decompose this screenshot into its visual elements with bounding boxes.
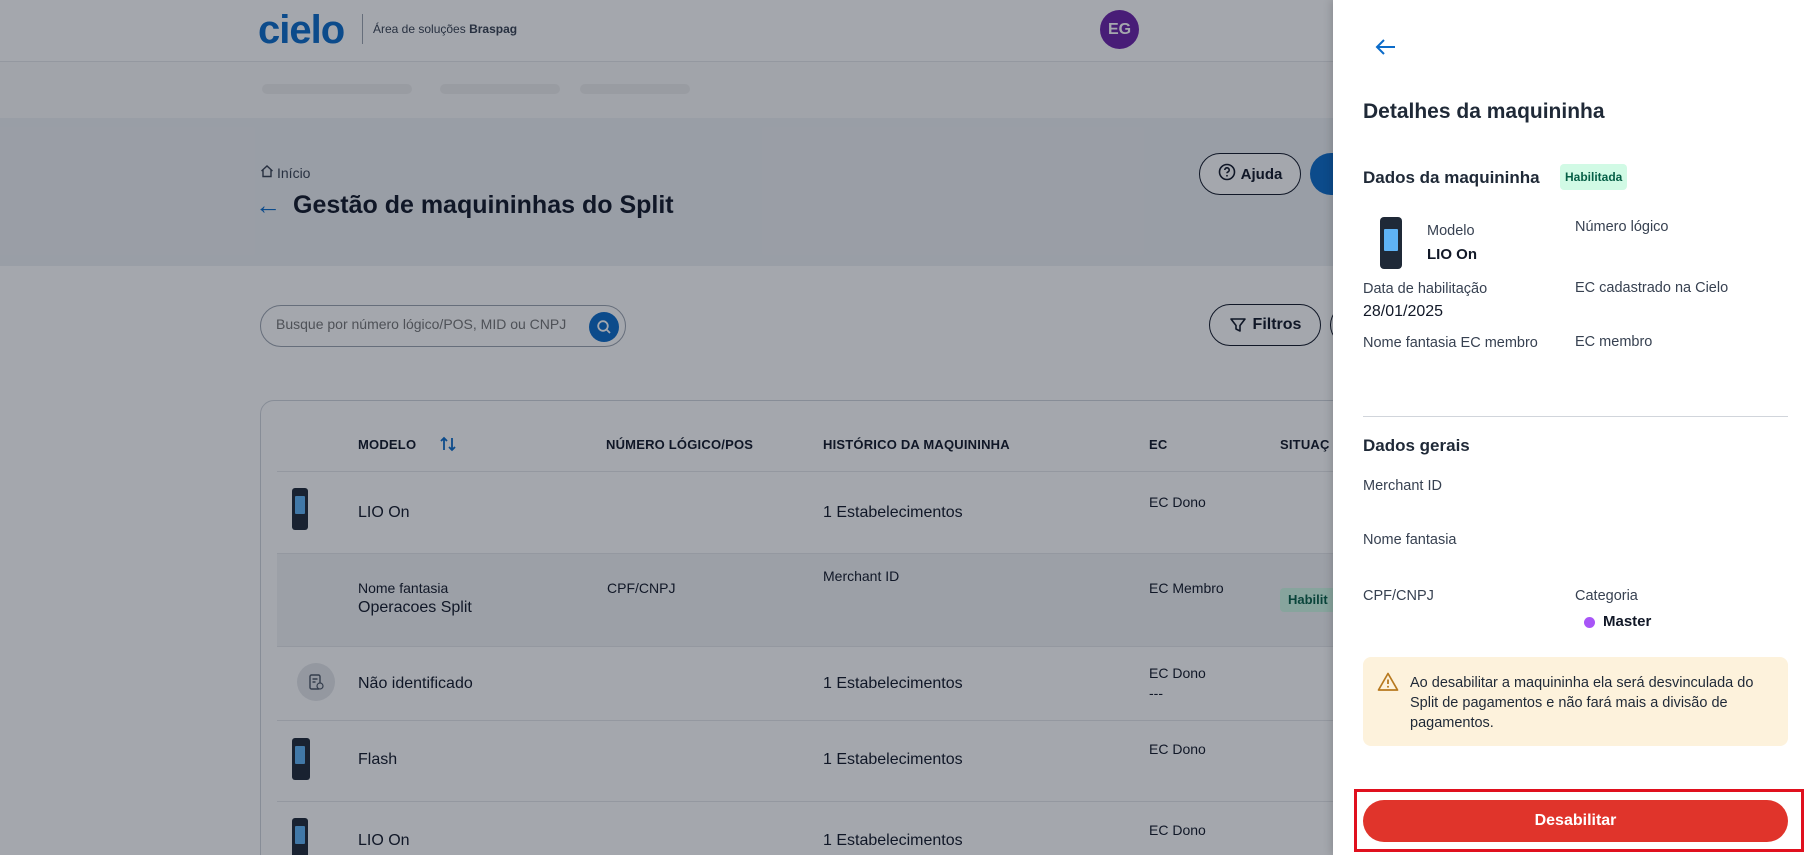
section-divider	[1363, 416, 1788, 417]
ec-member-label: EC membro	[1575, 334, 1653, 350]
trade-name-label: Nome fantasia	[1363, 532, 1457, 548]
merchant-id-label: Merchant ID	[1363, 478, 1442, 494]
category-value: Master	[1603, 613, 1652, 630]
model-label: Modelo	[1427, 223, 1475, 239]
enable-date-value: 28/01/2025	[1363, 303, 1444, 320]
drawer-back-button[interactable]	[1372, 34, 1400, 60]
warning-text: Ao desabilitar a maquininha ela será des…	[1410, 675, 1754, 731]
category-dot-icon	[1584, 617, 1595, 628]
disable-button[interactable]: Desabilitar	[1363, 800, 1788, 842]
category-label: Categoria	[1575, 588, 1638, 604]
status-badge: Habilitada	[1560, 164, 1628, 190]
drawer-title: Detalhes da maquininha	[1363, 100, 1605, 123]
cpf-cnpj-label: CPF/CNPJ	[1363, 588, 1434, 604]
device-section-title: Dados da maquininha	[1363, 168, 1540, 187]
logical-number-label: Número lógico	[1575, 219, 1669, 235]
modal-backdrop[interactable]	[0, 0, 1333, 855]
general-section-title: Dados gerais	[1363, 436, 1470, 455]
warning-alert: Ao desabilitar a maquininha ela será des…	[1363, 657, 1788, 746]
trade-name-member-label: Nome fantasia EC membro	[1363, 335, 1538, 351]
model-value: LIO On	[1427, 246, 1477, 263]
warning-icon	[1377, 672, 1399, 691]
ec-cielo-label: EC cadastrado na Cielo	[1575, 280, 1729, 296]
lio-on-device-icon	[1380, 217, 1402, 269]
enable-date-label: Data de habilitação	[1363, 281, 1488, 297]
back-arrow-icon	[1375, 39, 1395, 55]
